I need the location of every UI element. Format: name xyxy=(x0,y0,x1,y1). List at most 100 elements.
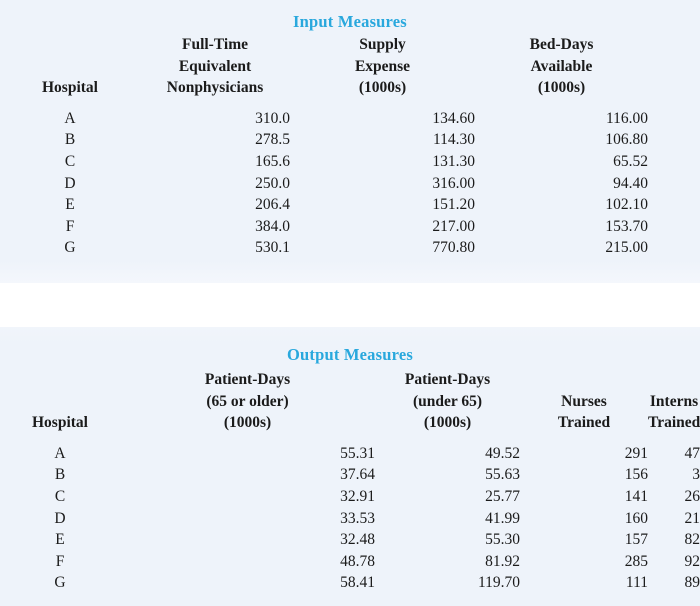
cell-patient-days-65-or-older: 32.91 xyxy=(340,487,375,505)
header-line: Full-Time xyxy=(181,36,249,53)
cell-interns-trained: 21 xyxy=(684,509,700,527)
header-line: (65 or older) xyxy=(206,392,289,410)
cell-fte: 250.0 xyxy=(255,174,290,192)
cell-patient-days-65-or-older: 58.41 xyxy=(340,574,375,592)
table-figure-page: Input Measures Hospital Full-Time Equiva… xyxy=(0,0,700,606)
cell-bed-days: 102.10 xyxy=(605,196,648,214)
cell-supply-expense: 316.00 xyxy=(432,174,475,192)
table-row: D 33.53 41.99 160 21 xyxy=(0,508,700,530)
cell-spacer xyxy=(648,129,700,151)
table-row: E 32.48 55.30 157 82 xyxy=(0,529,700,551)
cell-supply-expense: 134.60 xyxy=(432,109,475,127)
cell-patient-days-under-65: 49.52 xyxy=(485,444,520,462)
input-table-header-row: Hospital Full-Time Equivalent Nonphysici… xyxy=(0,34,700,101)
cell-spacer xyxy=(648,216,700,238)
cell-interns-trained: 92 xyxy=(684,552,700,570)
table-row: A 310.0 134.60 116.00 xyxy=(0,101,700,130)
header-line: Bed-Days xyxy=(529,36,594,53)
cell-supply-expense: 151.20 xyxy=(432,196,475,214)
cell-supply-expense: 114.30 xyxy=(432,131,475,149)
cell-fte: 384.0 xyxy=(255,217,290,235)
cell-fte: 530.1 xyxy=(255,239,290,257)
header-line: Available xyxy=(530,57,593,75)
cell-spacer xyxy=(120,572,225,594)
cell-nurses-trained: 291 xyxy=(624,444,648,462)
output-measures-title: Output Measures xyxy=(287,345,413,364)
cell-patient-days-under-65: 55.30 xyxy=(485,531,520,549)
cell-patient-days-under-65: 119.70 xyxy=(477,574,520,592)
cell-spacer xyxy=(120,486,225,508)
header-line: Trained xyxy=(648,414,700,432)
cell-patient-days-under-65: 55.63 xyxy=(485,466,520,484)
cell-bed-days: 153.70 xyxy=(605,217,648,235)
header-line: Trained xyxy=(557,414,611,432)
row-label: D xyxy=(54,509,66,527)
output-column-header-interns-trained: Interns Trained xyxy=(648,369,700,436)
row-label: B xyxy=(54,466,66,484)
cell-patient-days-65-or-older: 55.31 xyxy=(340,444,375,462)
table-row: E 206.4 151.20 102.10 xyxy=(0,194,700,216)
table-row: C 32.91 25.77 141 26 xyxy=(0,486,700,508)
header-line: Patient-Days xyxy=(204,371,291,388)
header-line: Interns xyxy=(649,392,699,410)
table-row: G 58.41 119.70 111 89 xyxy=(0,572,700,594)
row-label: B xyxy=(64,131,76,149)
cell-spacer xyxy=(648,194,700,216)
cell-fte: 310.0 xyxy=(255,109,290,127)
cell-spacer xyxy=(120,464,225,486)
cell-bed-days: 94.40 xyxy=(613,174,648,192)
cell-interns-trained: 82 xyxy=(684,531,700,549)
cell-spacer xyxy=(648,173,700,195)
row-label: G xyxy=(64,239,76,257)
input-measures-panel: Input Measures Hospital Full-Time Equiva… xyxy=(0,0,700,283)
header-line: Equivalent xyxy=(178,57,252,75)
cell-supply-expense: 770.80 xyxy=(432,239,475,257)
input-header-spacer xyxy=(648,34,700,101)
header-line xyxy=(648,369,700,391)
output-measures-table: Hospital Patient-Days (65 or older) (100… xyxy=(0,369,700,594)
table-row: F 384.0 217.00 153.70 xyxy=(0,216,700,238)
cell-bed-days: 215.00 xyxy=(605,239,648,257)
cell-spacer xyxy=(648,101,700,130)
cell-fte: 278.5 xyxy=(255,131,290,149)
input-measures-table: Hospital Full-Time Equivalent Nonphysici… xyxy=(0,34,700,259)
cell-patient-days-65-or-older: 32.48 xyxy=(340,531,375,549)
input-table-head: Hospital Full-Time Equivalent Nonphysici… xyxy=(0,34,700,101)
header-line: (under 65) xyxy=(412,392,483,410)
header-line: (1000s) xyxy=(223,414,272,432)
output-table-body: A 55.31 49.52 291 47 B 37.64 55.63 156 3… xyxy=(0,436,700,594)
table-row: F 48.78 81.92 285 92 xyxy=(0,551,700,573)
input-row-header-label: Hospital xyxy=(42,79,98,97)
cell-supply-expense: 131.30 xyxy=(432,152,475,170)
header-line: (1000s) xyxy=(358,79,407,97)
cell-spacer xyxy=(120,508,225,530)
row-label: C xyxy=(54,487,66,505)
table-row: B 278.5 114.30 106.80 xyxy=(0,129,700,151)
cell-nurses-trained: 141 xyxy=(624,487,648,505)
cell-bed-days: 116.00 xyxy=(605,109,648,127)
cell-patient-days-65-or-older: 48.78 xyxy=(340,552,375,570)
table-row: G 530.1 770.80 215.00 xyxy=(0,237,700,259)
cell-nurses-trained: 160 xyxy=(624,509,648,527)
table-row: C 165.6 131.30 65.52 xyxy=(0,151,700,173)
cell-patient-days-under-65: 41.99 xyxy=(485,509,520,527)
output-measures-panel: Output Measures Hospital Patient-Days (6… xyxy=(0,327,700,606)
output-column-header-patient-days-65-or-older: Patient-Days (65 or older) (1000s) xyxy=(120,369,375,436)
header-line: Patient-Days xyxy=(404,371,491,388)
input-measures-title: Input Measures xyxy=(293,12,407,31)
header-line: Supply xyxy=(359,36,406,53)
row-label: C xyxy=(64,152,76,170)
cell-interns-trained: 26 xyxy=(684,487,700,505)
cell-patient-days-65-or-older: 33.53 xyxy=(340,509,375,527)
row-label: A xyxy=(64,109,76,127)
output-row-header-label: Hospital xyxy=(32,414,88,432)
row-label: D xyxy=(64,174,76,192)
header-line: Expense xyxy=(354,57,411,75)
cell-spacer xyxy=(120,551,225,573)
header-line xyxy=(520,369,648,391)
input-column-header-supply-expense: Supply Expense (1000s) xyxy=(290,34,475,101)
cell-bed-days: 106.80 xyxy=(605,131,648,149)
cell-patient-days-under-65: 81.92 xyxy=(485,552,520,570)
input-table-body: A 310.0 134.60 116.00 B 278.5 114.30 106… xyxy=(0,101,700,259)
header-line: Nonphysicians xyxy=(166,79,264,97)
